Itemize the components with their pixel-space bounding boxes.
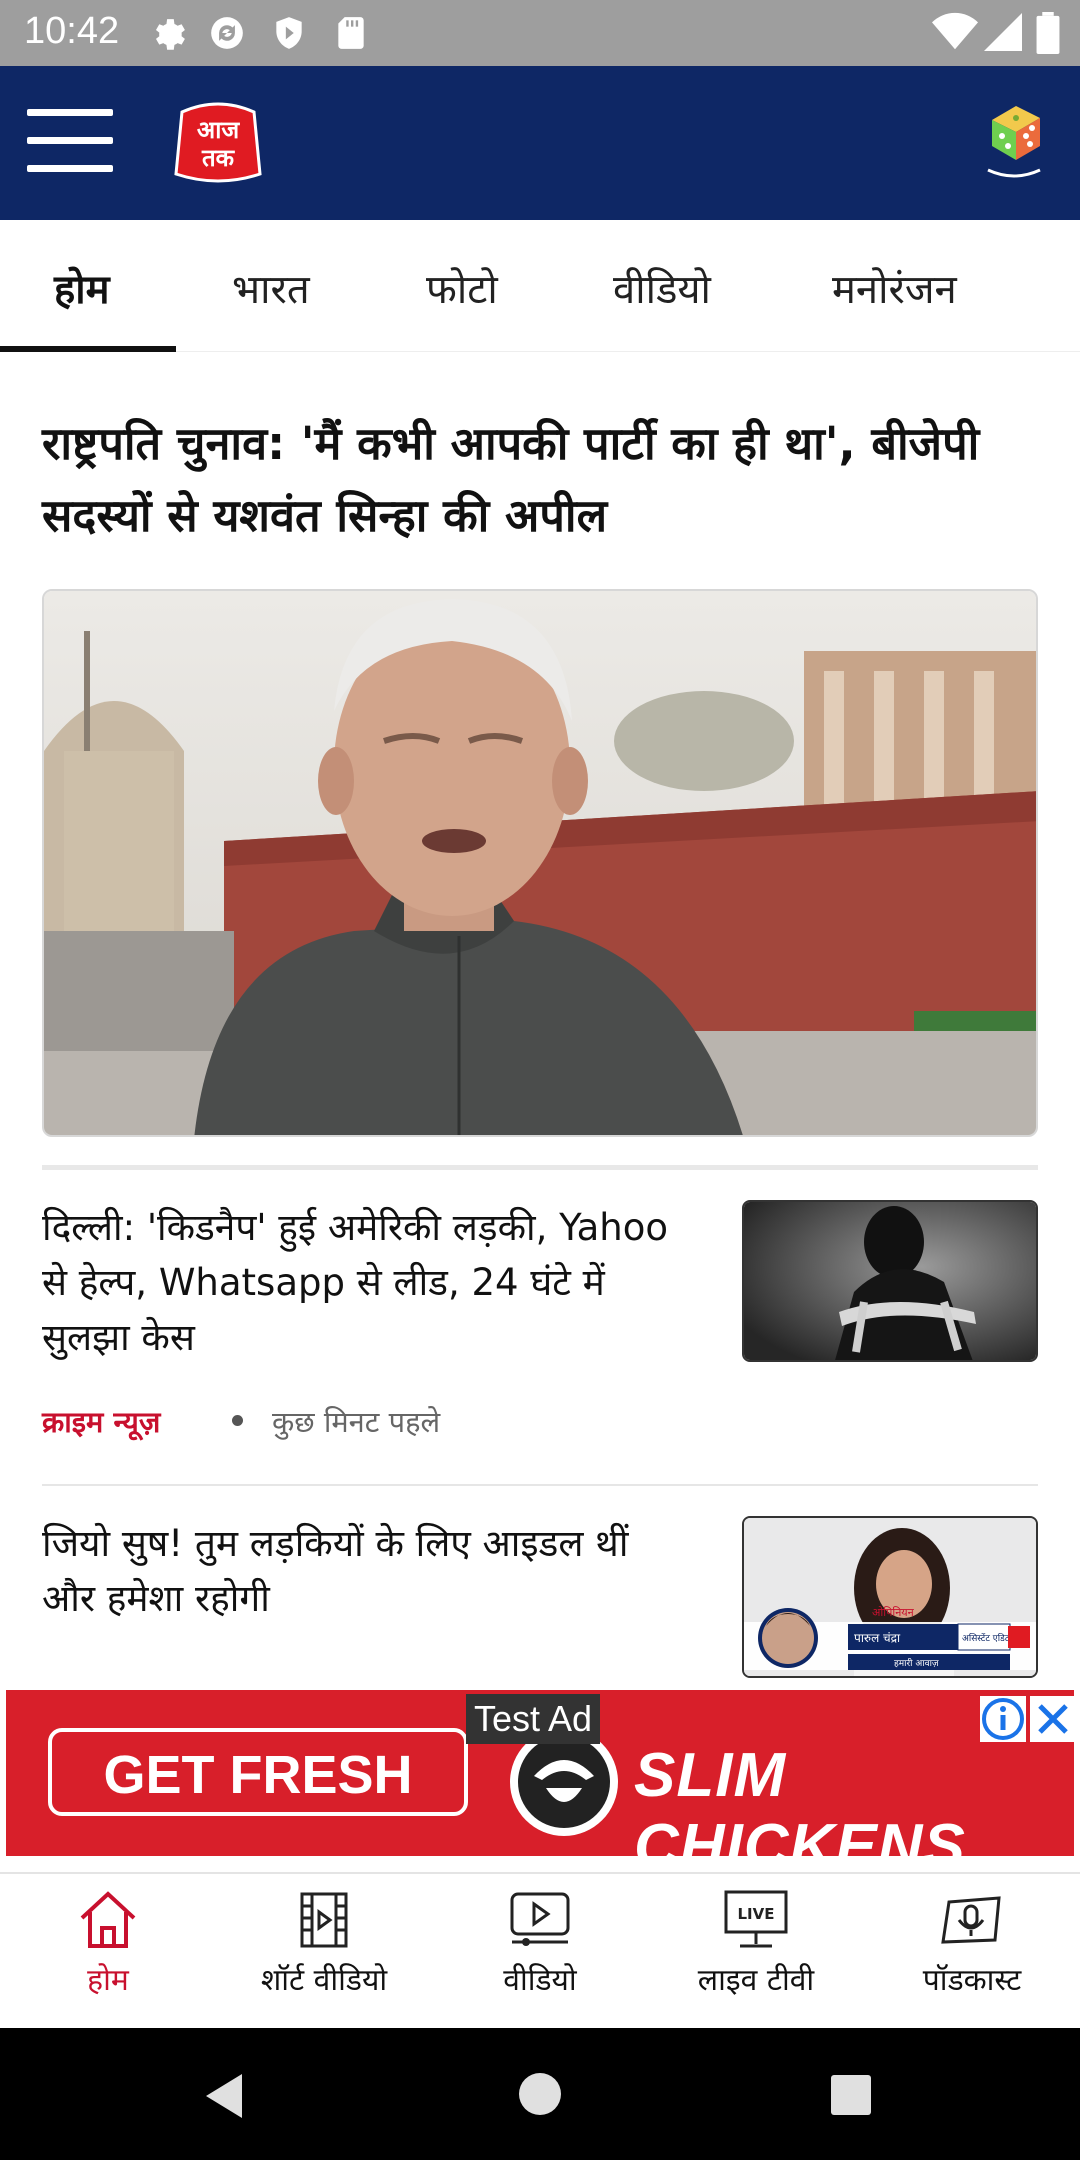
tab-home[interactable]: होम xyxy=(54,260,110,315)
nav-short-video[interactable]: शॉर्ट वीडियो xyxy=(216,1888,432,2018)
story-thumbnail[interactable] xyxy=(742,1200,1038,1362)
lead-story-image[interactable] xyxy=(42,589,1038,1137)
aaj-tak-logo[interactable]: आज तक xyxy=(170,98,266,184)
story-divider xyxy=(42,1484,1038,1486)
nav-short-video-label: शॉर्ट वीडियो xyxy=(260,1963,388,1998)
ad-info-icon[interactable] xyxy=(980,1696,1026,1742)
nav-home-label: होम xyxy=(87,1963,129,1998)
status-bar: 10:42 xyxy=(0,0,1080,66)
video-icon xyxy=(510,1892,570,1946)
bottom-navigation: होम शॉर्ट वीडियो वीडियो LIVE लाइव टीवी प… xyxy=(0,1872,1080,2028)
recents-icon[interactable] xyxy=(830,2074,872,2116)
nav-live-tv-label: लाइव टीवी xyxy=(697,1963,815,1998)
section-divider xyxy=(42,1165,1038,1170)
short-video-icon xyxy=(300,1892,348,1948)
nav-live-tv[interactable]: LIVE लाइव टीवी xyxy=(648,1888,864,2018)
live-badge-text: LIVE xyxy=(738,1905,775,1923)
home-icon xyxy=(80,1891,136,1948)
home-button-icon[interactable] xyxy=(518,2072,562,2116)
meta-separator xyxy=(232,1415,243,1426)
svg-text:तक: तक xyxy=(201,144,236,172)
play-protect-icon xyxy=(276,17,302,49)
nav-home[interactable]: होम xyxy=(0,1888,216,2018)
battery-icon xyxy=(1036,12,1060,54)
thumb-caption-role: असिस्टेंट एडिटर xyxy=(962,1632,1013,1644)
nav-podcast[interactable]: पॉडकास्ट xyxy=(864,1888,1080,2018)
thumb-caption-top: ओपिनियन xyxy=(872,1606,915,1619)
tab-entertainment[interactable]: मनोरंजन xyxy=(832,260,957,315)
story-thumbnail[interactable]: ओपिनियन पारुल चंद्रा असिस्टेंट एडिटर हमा… xyxy=(742,1516,1038,1678)
status-time: 10:42 xyxy=(24,10,120,52)
thumb-caption-bottom: हमारी आवाज़ xyxy=(894,1657,939,1669)
story-category[interactable]: क्राइम न्यूज़ xyxy=(42,1402,160,1441)
dice-game-icon[interactable] xyxy=(982,98,1046,182)
wifi-icon xyxy=(932,12,978,50)
ad-close-icon[interactable] xyxy=(1030,1696,1076,1742)
system-navigation-bar xyxy=(0,2028,1080,2160)
ad-cta-text: GET FRESH xyxy=(103,1745,413,1805)
active-tab-indicator xyxy=(0,346,176,352)
story-title[interactable]: जियो सुष! तुम लड़कियों के लिए आइडल थीं औ… xyxy=(42,1516,692,1626)
sd-card-icon xyxy=(338,17,364,49)
tab-video[interactable]: वीडियो xyxy=(613,260,711,315)
lead-story-title[interactable]: राष्ट्रपति चुनाव: 'मैं कभी आपकी पार्टी क… xyxy=(42,408,1042,552)
menu-button[interactable] xyxy=(27,109,113,173)
tab-bharat[interactable]: भारत xyxy=(232,260,310,315)
ad-brand-text: SLIM CHICKENS xyxy=(634,1741,966,1856)
podcast-icon xyxy=(941,1896,1001,1944)
story-timestamp: कुछ मिनट पहले xyxy=(272,1405,441,1439)
app-header: आज तक xyxy=(0,66,1080,220)
tab-photo[interactable]: फोटो xyxy=(426,260,498,315)
nav-video-label: वीडियो xyxy=(503,1963,577,1998)
settings-icon xyxy=(155,19,185,50)
thumb-caption-name: पारुल चंद्रा xyxy=(854,1631,901,1645)
sync-icon xyxy=(211,17,243,49)
story-title[interactable]: दिल्ली: 'किडनैप' हुई अमेरिकी लड़की, Yaho… xyxy=(42,1200,692,1365)
nav-podcast-label: पॉडकास्ट xyxy=(922,1963,1022,1998)
nav-video[interactable]: वीडियो xyxy=(432,1888,648,2018)
back-icon[interactable] xyxy=(202,2072,246,2120)
svg-text:आज: आज xyxy=(197,116,241,144)
category-tabs: होम भारत फोटो वीडियो मनोरंजन xyxy=(0,220,1080,352)
ad-cta-button[interactable]: GET FRESH xyxy=(48,1728,468,1816)
live-tv-icon: LIVE xyxy=(724,1890,788,1948)
signal-icon xyxy=(984,13,1022,51)
ad-label: Test Ad xyxy=(466,1694,601,1744)
